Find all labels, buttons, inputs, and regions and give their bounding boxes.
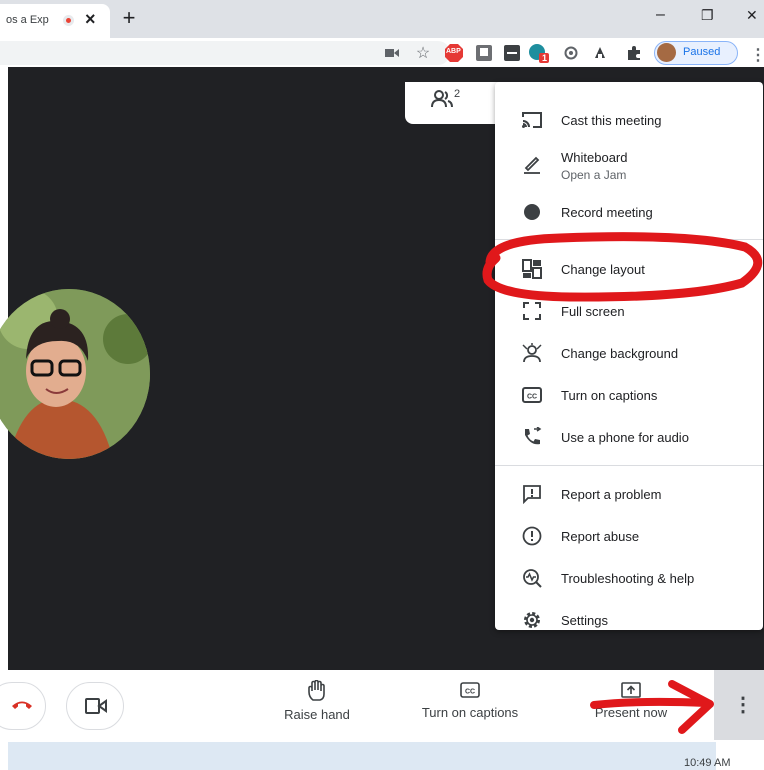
- menu-divider: [495, 239, 763, 240]
- video-camera-icon: [85, 698, 107, 714]
- svg-text:CC: CC: [527, 394, 537, 401]
- menu-item-settings[interactable]: Settings: [495, 600, 763, 640]
- layout-icon: [520, 257, 544, 281]
- more-vert-icon: ⋮: [733, 694, 753, 716]
- troubleshoot-icon: [520, 566, 544, 590]
- adblock-icon[interactable]: ABP: [444, 44, 464, 62]
- menu-item-label: Report a problem: [561, 487, 662, 502]
- adblock-label: ABP: [446, 48, 461, 55]
- extension-icon[interactable]: [474, 44, 494, 62]
- menu-divider: [495, 465, 763, 466]
- menu-item-label: Troubleshooting & help: [561, 571, 695, 586]
- menu-item-report-abuse[interactable]: Report abuse: [495, 516, 763, 556]
- menu-item-label: Change background: [561, 346, 679, 361]
- participant-avatar[interactable]: [0, 289, 150, 459]
- camera-icon[interactable]: [383, 44, 401, 62]
- menu-item-sublabel: Open a Jam: [561, 168, 627, 182]
- menu-item-label: Whiteboard: [561, 150, 628, 165]
- participants-button[interactable]: 2: [405, 82, 505, 124]
- browser-toolbar: ☆ ABP 1 Paused: [0, 38, 764, 67]
- browser-tab[interactable]: os a Exp ×: [0, 4, 110, 38]
- menu-item-phone-audio[interactable]: Use a phone for audio: [495, 417, 763, 457]
- new-tab-button[interactable]: +: [117, 7, 141, 31]
- extension-icon[interactable]: [562, 44, 580, 62]
- window-restore-button[interactable]: ❐: [701, 7, 714, 24]
- menu-item-label: Use a phone for audio: [561, 430, 689, 445]
- menu-item-whiteboard[interactable]: Whiteboard Open a Jam: [495, 142, 763, 186]
- more-options-button[interactable]: ⋮: [714, 670, 764, 740]
- menu-item-label: Cast this meeting: [561, 113, 662, 128]
- menu-item-label: Full screen: [561, 304, 625, 319]
- cast-icon: [520, 108, 544, 132]
- extension-badge: 1: [542, 53, 548, 63]
- extension-icon[interactable]: [502, 44, 522, 62]
- menu-item-captions[interactable]: CC Turn on captions: [495, 375, 763, 415]
- menu-item-label: Record meeting: [561, 205, 653, 220]
- menu-item-label: Change layout: [561, 262, 645, 277]
- phone-audio-icon: [520, 425, 544, 449]
- extension-icon[interactable]: 1: [528, 44, 550, 63]
- present-screen-icon: [621, 682, 641, 698]
- hangup-icon: [12, 701, 32, 709]
- tab-close-button[interactable]: ×: [85, 10, 96, 28]
- recording-indicator-icon: [63, 15, 74, 26]
- browser-menu-button[interactable]: ⋮: [750, 45, 764, 65]
- captions-label: Turn on captions: [421, 705, 519, 720]
- people-icon: [431, 90, 453, 108]
- extension-icon[interactable]: [590, 44, 610, 62]
- leave-call-button[interactable]: [0, 682, 46, 730]
- svg-text:CC: CC: [465, 689, 475, 696]
- window-close-button[interactable]: ✕: [746, 7, 758, 24]
- fullscreen-icon: [520, 299, 544, 323]
- settings-icon: [520, 608, 544, 632]
- menu-item-label: Settings: [561, 613, 608, 628]
- menu-item-change-layout[interactable]: Change layout: [495, 249, 763, 289]
- profile-button[interactable]: Paused: [654, 41, 738, 65]
- profile-avatar: [657, 43, 676, 62]
- star-icon[interactable]: ☆: [413, 44, 433, 62]
- pencil-icon: [520, 152, 544, 176]
- browser-tabstrip: os a Exp × + – ❐ ✕: [0, 0, 764, 38]
- profile-status: Paused: [683, 46, 721, 58]
- report-abuse-icon: [520, 524, 544, 548]
- menu-item-record[interactable]: Record meeting: [495, 192, 763, 232]
- participants-count: 2: [454, 88, 461, 100]
- raise-hand-icon: [308, 679, 325, 701]
- taskbar-clock: 10:49 AM: [684, 757, 731, 769]
- more-options-menu: Cast this meeting Whiteboard Open a Jam …: [495, 82, 763, 630]
- background-icon: [520, 341, 544, 365]
- puzzle-icon[interactable]: [624, 44, 644, 62]
- meeting-controls-bar: Raise hand CC Turn on captions Present n…: [0, 670, 764, 740]
- menu-item-full-screen[interactable]: Full screen: [495, 290, 763, 330]
- captions-icon: CC: [520, 383, 544, 407]
- menu-item-cast[interactable]: Cast this meeting: [495, 100, 763, 140]
- record-icon: [520, 200, 544, 224]
- menu-item-label: Report abuse: [561, 529, 640, 544]
- present-now-button[interactable]: Present now: [588, 680, 674, 720]
- raise-hand-label: Raise hand: [284, 707, 350, 722]
- menu-item-troubleshooting[interactable]: Troubleshooting & help: [495, 558, 763, 598]
- menu-item-report-problem[interactable]: Report a problem: [495, 474, 763, 514]
- report-problem-icon: [520, 482, 544, 506]
- camera-toggle-button[interactable]: [66, 682, 124, 730]
- menu-item-label: Turn on captions: [561, 388, 658, 403]
- raise-hand-button[interactable]: Raise hand: [274, 679, 360, 722]
- menu-item-change-background[interactable]: Change background: [495, 333, 763, 373]
- captions-button[interactable]: CC Turn on captions: [412, 680, 528, 720]
- tab-title: os a Exp: [6, 14, 49, 26]
- captions-icon: CC: [460, 682, 480, 698]
- taskbar-strip: [8, 742, 716, 770]
- present-now-label: Present now: [594, 705, 668, 720]
- window-minimize-button[interactable]: –: [656, 6, 665, 24]
